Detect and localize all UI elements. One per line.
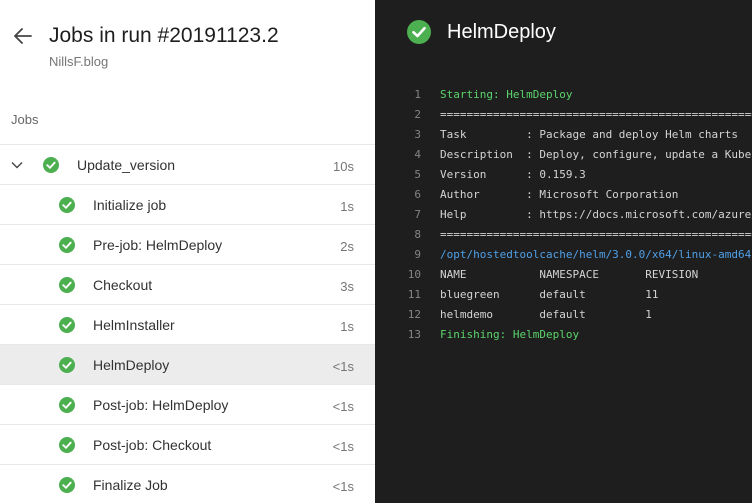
success-check-icon bbox=[59, 317, 75, 333]
project-name: NillsF.blog bbox=[49, 54, 109, 69]
step-name: HelmDeploy bbox=[93, 357, 170, 373]
line-number: 13 bbox=[407, 328, 421, 341]
step-row[interactable]: HelmInstaller 1s bbox=[0, 305, 375, 345]
line-number: 3 bbox=[414, 128, 421, 141]
step-duration: <1s bbox=[332, 479, 354, 494]
log-line: 9/opt/hostedtoolcache/helm/3.0.0/x64/lin… bbox=[375, 245, 752, 265]
line-number: 9 bbox=[414, 248, 421, 261]
step-duration: 1s bbox=[340, 199, 354, 214]
jobs-panel: Jobs in run #20191123.2 NillsF.blog Jobs… bbox=[0, 0, 375, 503]
line-text: NAME NAMESPACE REVISION bbox=[440, 268, 699, 281]
log-output: 1 Starting: HelmDeploy 2 ==================… bbox=[375, 85, 752, 345]
success-check-icon bbox=[43, 157, 59, 173]
log-line: 5 Version : 0.159.3 bbox=[375, 165, 752, 185]
success-check-icon bbox=[59, 237, 75, 253]
step-row[interactable]: HelmDeploy <1s bbox=[0, 345, 375, 385]
step-duration: 1s bbox=[340, 319, 354, 334]
line-number: 6 bbox=[414, 188, 421, 201]
step-name: HelmInstaller bbox=[93, 317, 175, 333]
line-number: 7 bbox=[414, 208, 421, 221]
line-number: 8 bbox=[414, 228, 421, 241]
line-text: Version : 0.159.3 bbox=[440, 168, 586, 181]
page-title: Jobs in run #20191123.2 bbox=[49, 24, 279, 47]
step-name: Checkout bbox=[93, 277, 153, 293]
job-row-update-version[interactable]: Update_version 10s bbox=[0, 145, 375, 185]
step-row[interactable]: Post-job: HelmDeploy <1s bbox=[0, 385, 375, 425]
success-check-icon bbox=[59, 357, 75, 373]
success-check-icon bbox=[59, 437, 75, 453]
job-list: Update_version 10s Initialize job 1s Pre-j… bbox=[0, 144, 375, 503]
line-number: 10 bbox=[407, 268, 421, 281]
log-panel: HelmDeploy 1 Starting: HelmDeploy 2 =======… bbox=[375, 0, 752, 503]
step-name: Finalize Job bbox=[93, 477, 168, 493]
line-text: helmdemo default 1 bbox=[440, 308, 652, 321]
log-line: 4 Description : Deploy, configure, update… bbox=[375, 145, 752, 165]
line-text: Task : Package and deploy Helm charts bbox=[440, 128, 739, 141]
step-duration: <1s bbox=[332, 439, 354, 454]
log-line: 8 =======================================… bbox=[375, 225, 752, 245]
success-check-icon bbox=[59, 477, 75, 493]
line-text: Author : Microsoft Corporation bbox=[440, 188, 679, 201]
step-name: Initialize job bbox=[93, 197, 167, 213]
line-text: ========================================… bbox=[440, 228, 752, 241]
step-row[interactable]: Finalize Job <1s bbox=[0, 465, 375, 503]
success-check-icon bbox=[59, 397, 75, 413]
success-check-icon bbox=[407, 20, 431, 44]
success-check-icon bbox=[59, 277, 75, 293]
step-row[interactable]: Pre-job: HelmDeploy 2s bbox=[0, 225, 375, 265]
step-duration: 3s bbox=[340, 279, 354, 294]
step-name: Post-job: HelmDeploy bbox=[93, 397, 229, 413]
back-arrow-icon[interactable] bbox=[10, 23, 36, 49]
line-text: Finishing: HelmDeploy bbox=[440, 328, 580, 341]
job-duration: 10s bbox=[333, 159, 354, 174]
step-duration: 2s bbox=[340, 239, 354, 254]
line-number: 1 bbox=[414, 88, 421, 101]
log-line: 13 Finishing: HelmDeploy bbox=[375, 325, 752, 345]
line-number: 5 bbox=[414, 168, 421, 181]
step-duration: <1s bbox=[332, 399, 354, 414]
line-text: /opt/hostedtoolcache/helm/3.0.0/x64/linu… bbox=[440, 248, 752, 261]
log-line: 12 helmdemo default 1 bbox=[375, 305, 752, 325]
step-row[interactable]: Checkout 3s bbox=[0, 265, 375, 305]
log-line: 1 Starting: HelmDeploy bbox=[375, 85, 752, 105]
log-line: 3 Task : Package and deploy Helm charts bbox=[375, 125, 752, 145]
line-number: 4 bbox=[414, 148, 421, 161]
step-name: Pre-job: HelmDeploy bbox=[93, 237, 223, 253]
step-duration: <1s bbox=[332, 359, 354, 374]
line-text: Starting: HelmDeploy bbox=[440, 88, 573, 101]
line-text: bluegreen default 11 bbox=[440, 288, 659, 301]
step-row[interactable]: Post-job: Checkout <1s bbox=[0, 425, 375, 465]
step-name: Post-job: Checkout bbox=[93, 437, 212, 453]
log-line: 2 =======================================… bbox=[375, 105, 752, 125]
line-number: 2 bbox=[414, 108, 421, 121]
line-number: 12 bbox=[407, 308, 421, 321]
step-row[interactable]: Initialize job 1s bbox=[0, 185, 375, 225]
log-line: 10 NAME NAMESPACE REVISION bbox=[375, 265, 752, 285]
job-name: Update_version bbox=[77, 157, 176, 173]
chevron-down-icon[interactable] bbox=[11, 159, 23, 171]
log-title: HelmDeploy bbox=[447, 21, 556, 43]
line-text: ========================================… bbox=[440, 108, 752, 121]
log-line: 11 bluegreen default 11 bbox=[375, 285, 752, 305]
line-text: Help : https://docs.microsoft.com/azure/… bbox=[440, 208, 752, 221]
line-text: Description : Deploy, configure, update … bbox=[440, 148, 752, 161]
log-line: 7 Help : https://docs.microsoft.com/azure… bbox=[375, 205, 752, 225]
jobs-section-label: Jobs bbox=[11, 112, 39, 127]
success-check-icon bbox=[59, 197, 75, 213]
line-number: 11 bbox=[407, 288, 421, 301]
log-line: 6 Author : Microsoft Corporation bbox=[375, 185, 752, 205]
